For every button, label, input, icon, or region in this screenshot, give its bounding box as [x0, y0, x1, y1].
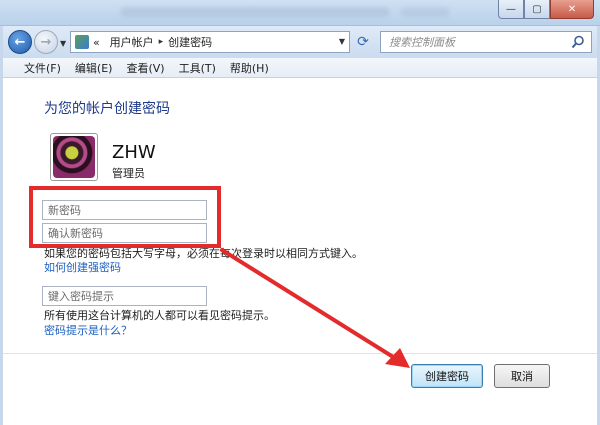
user-picture-icon: [53, 136, 95, 178]
menu-view[interactable]: 查看(V): [126, 60, 164, 76]
breadcrumb-separator-icon: [102, 37, 105, 47]
address-bar[interactable]: « 用户帐户 ▸ 创建密码 ▼: [70, 31, 350, 53]
forward-button[interactable]: →: [34, 30, 58, 54]
hint-visibility-note: 所有使用这台计算机的人都可以看见密码提示。: [44, 309, 275, 322]
menu-help[interactable]: 帮助(H): [230, 60, 269, 76]
window-border-left: [0, 26, 3, 425]
address-dropdown-icon[interactable]: ▼: [339, 37, 345, 46]
strong-password-link[interactable]: 如何创建强密码: [44, 259, 121, 275]
hint-help-link[interactable]: 密码提示是什么？: [44, 322, 132, 338]
avatar: [50, 133, 98, 181]
blurred-title-extra: [400, 7, 450, 17]
title-bar: — ▢ ✕: [0, 0, 600, 26]
menu-edit[interactable]: 编辑(E): [75, 60, 113, 76]
search-input[interactable]: [389, 35, 559, 49]
control-panel-icon: [75, 35, 89, 49]
blurred-title: [120, 7, 390, 17]
breadcrumb-prefix[interactable]: «: [93, 36, 100, 49]
breadcrumb-create-password[interactable]: 创建密码: [168, 34, 212, 50]
breadcrumb-user-accounts[interactable]: 用户帐户: [110, 34, 154, 50]
cancel-button[interactable]: 取消: [494, 364, 550, 388]
menu-bar: 文件(F) 编辑(E) 查看(V) 工具(T) 帮助(H): [0, 58, 600, 78]
annotation-highlight-box: [29, 186, 221, 248]
back-button[interactable]: ←: [8, 30, 32, 54]
close-button[interactable]: ✕: [550, 0, 594, 19]
divider: [0, 353, 600, 354]
navigation-bar: ← → ▼ « 用户帐户 ▸ 创建密码 ▼ ⟳: [0, 26, 600, 58]
password-hint-field[interactable]: [42, 286, 207, 306]
search-box[interactable]: [380, 31, 592, 53]
history-dropdown-icon[interactable]: ▼: [60, 39, 66, 48]
menu-tools[interactable]: 工具(T): [179, 60, 216, 76]
menu-file[interactable]: 文件(F): [24, 60, 61, 76]
breadcrumb-separator-icon[interactable]: ▸: [159, 37, 164, 47]
caption-buttons: — ▢ ✕: [498, 0, 594, 20]
search-icon[interactable]: [571, 35, 585, 49]
create-password-button[interactable]: 创建密码: [411, 364, 483, 388]
user-role: 管理员: [112, 167, 145, 180]
content-area: 为您的帐户创建密码 ZHW 管理员 如果您的密码包括大写字母，必须在每次登录时以…: [0, 78, 600, 425]
page-title: 为您的帐户创建密码: [44, 101, 170, 117]
refresh-button[interactable]: ⟳: [352, 31, 374, 53]
minimize-button[interactable]: —: [498, 0, 524, 19]
username: ZHW: [112, 142, 156, 163]
maximize-button[interactable]: ▢: [524, 0, 550, 19]
